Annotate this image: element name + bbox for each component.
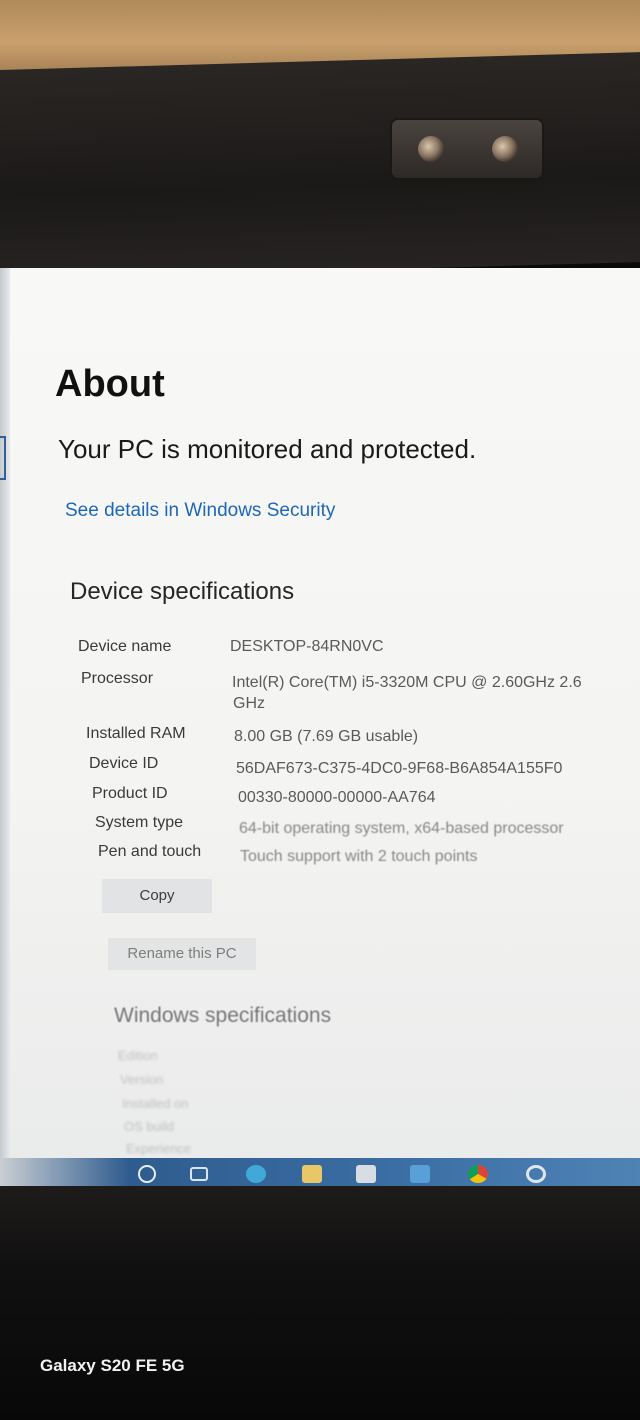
spec-value-processor-unit: GHz [233, 695, 265, 712]
spec-value-processor: Intel(R) Core(TM) i5-3320M CPU @ 2.60GHz… [232, 674, 582, 691]
win-label-installed-on: Installed on [122, 1096, 189, 1111]
page-title: About [55, 363, 165, 405]
spec-value-pen-touch: Touch support with 2 touch points [240, 848, 478, 865]
spec-label-product-id: Product ID [92, 785, 168, 802]
laptop-bottom-bezel [0, 1186, 640, 1420]
webcam-icon [392, 120, 542, 178]
spec-label-processor: Processor [81, 670, 154, 687]
protection-status: Your PC is monitored and protected. [58, 434, 477, 464]
spec-value-system-type: 64-bit operating system, x64-based proce… [239, 820, 564, 837]
copy-button[interactable]: Copy [102, 879, 212, 913]
rename-pc-button[interactable]: Rename this PC [108, 938, 256, 970]
spec-value-product-id: 00330-80000-00000-AA764 [238, 789, 436, 806]
task-view-icon[interactable] [190, 1167, 208, 1181]
spec-value-device-id: 56DAF673-C375-4DC0-9F68-B6A854A155F0 [236, 760, 563, 777]
store-icon[interactable] [410, 1165, 430, 1183]
sidebar-edge [0, 268, 10, 1188]
win-label-edition: Edition [118, 1048, 158, 1063]
spec-value-device-name: DESKTOP-84RN0VC [230, 638, 384, 655]
spec-label-pen-touch: Pen and touch [98, 843, 202, 860]
settings-icon[interactable] [526, 1165, 546, 1183]
device-specs-heading: Device specifications [70, 578, 295, 605]
edge-icon[interactable] [246, 1165, 266, 1183]
camera-sensor [492, 136, 518, 162]
windows-specs-heading: Windows specifications [114, 1004, 332, 1027]
chrome-icon[interactable] [468, 1165, 488, 1183]
spec-value-ram: 8.00 GB (7.69 GB usable) [234, 728, 419, 745]
mail-icon[interactable] [356, 1165, 376, 1183]
nav-selection-indicator [0, 436, 6, 480]
file-explorer-icon[interactable] [302, 1165, 322, 1183]
spec-label-ram: Installed RAM [86, 725, 186, 742]
taskbar [0, 1158, 640, 1188]
camera-lens [418, 136, 444, 162]
search-icon[interactable] [138, 1165, 156, 1183]
settings-window: About Your PC is monitored and protected… [0, 268, 640, 1188]
spec-label-device-id: Device ID [89, 755, 159, 772]
camera-watermark: Galaxy S20 FE 5G [40, 1356, 185, 1375]
spec-label-device-name: Device name [78, 638, 172, 655]
spec-label-system-type: System type [95, 814, 184, 831]
win-label-experience: Experience [126, 1141, 192, 1156]
win-label-os-build: OS build [124, 1119, 174, 1134]
win-label-version: Version [120, 1072, 164, 1087]
windows-security-link[interactable]: See details in Windows Security [65, 500, 335, 522]
laptop-top-bezel [0, 52, 640, 280]
